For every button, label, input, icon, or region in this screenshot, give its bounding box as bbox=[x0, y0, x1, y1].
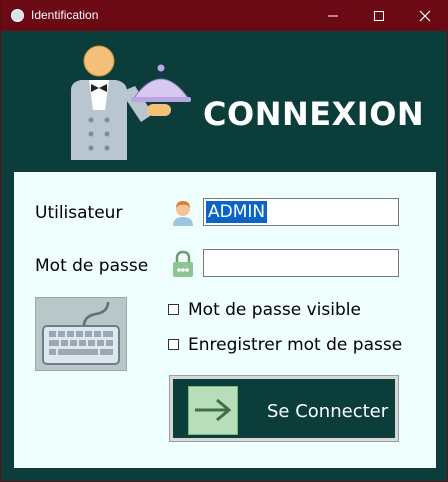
user-icon bbox=[173, 201, 193, 226]
window-title: Identification bbox=[31, 8, 99, 22]
virtual-keyboard-button[interactable] bbox=[35, 297, 127, 371]
connect-button-face[interactable]: Se Connecter bbox=[173, 379, 395, 438]
username-value: ADMIN bbox=[206, 201, 268, 223]
close-button[interactable] bbox=[402, 0, 448, 31]
maximize-button[interactable] bbox=[356, 0, 402, 31]
page-title: CONNEXION bbox=[203, 95, 425, 133]
arrow-right-icon bbox=[188, 386, 238, 435]
connect-button[interactable]: Se Connecter bbox=[169, 375, 399, 442]
save-password-label: Enregistrer mot de passe bbox=[188, 335, 403, 355]
app-globe-icon bbox=[11, 9, 24, 22]
minimize-button[interactable] bbox=[310, 0, 356, 31]
waiter-cloche-icon bbox=[71, 45, 191, 160]
close-icon bbox=[419, 10, 431, 22]
login-form: Utilisateur ADMIN Mot de passe Mot de pa… bbox=[14, 172, 436, 468]
checkbox-box[interactable] bbox=[168, 304, 179, 315]
maximize-icon bbox=[374, 11, 384, 21]
password-label: Mot de passe bbox=[35, 256, 149, 276]
minimize-icon bbox=[328, 15, 338, 17]
username-input[interactable]: ADMIN bbox=[203, 198, 399, 226]
password-input[interactable] bbox=[203, 249, 399, 277]
arrow-right-glyph bbox=[195, 398, 232, 422]
checkbox-box[interactable] bbox=[168, 339, 179, 350]
connect-button-label: Se Connecter bbox=[267, 401, 389, 422]
title-bar[interactable]: Identification bbox=[1, 0, 448, 31]
show-password-label: Mot de passe visible bbox=[188, 300, 361, 320]
lock-icon bbox=[173, 250, 193, 277]
login-window: Identification CONNEXION Utilisateur ADM… bbox=[0, 0, 448, 482]
username-label: Utilisateur bbox=[35, 203, 123, 223]
keyboard-icon bbox=[42, 301, 120, 365]
